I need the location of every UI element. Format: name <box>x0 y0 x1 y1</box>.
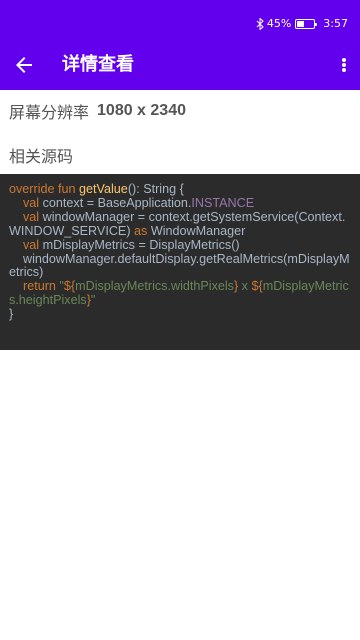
code-line: windowManager.defaultDisplay.getRealMetr… <box>9 251 350 280</box>
screen-resolution-row: 屏幕分辨率 1080 x 2340 <box>9 100 186 122</box>
source-code-block: override fun getValue(): String { val co… <box>0 174 360 350</box>
more-vert-icon <box>342 58 346 62</box>
bluetooth-icon <box>256 18 264 30</box>
battery-icon: ⚡ <box>295 19 318 29</box>
back-button[interactable] <box>12 53 36 77</box>
code-line: } <box>9 307 14 322</box>
app-bar: 详情查看 <box>0 40 360 90</box>
battery-percentage: 45% <box>266 17 292 30</box>
source-code-heading: 相关源码 <box>9 147 74 166</box>
code-line: val windowManager = context.getSystemSer… <box>9 209 346 238</box>
charging-icon: ⚡ <box>302 19 309 28</box>
more-options-button[interactable] <box>340 55 348 75</box>
code-line: val context = BaseApplication.INSTANCE <box>23 195 255 210</box>
screen-resolution-label: 屏幕分辨率 <box>9 103 90 122</box>
code-line: override fun getValue(): String { <box>9 182 184 196</box>
screen-resolution-value: 1080 x 2340 <box>97 102 186 119</box>
status-indicators: 45% ⚡ 3:57 <box>253 16 348 32</box>
code-line: return "${mDisplayMetrics.widthPixels} x… <box>9 279 349 308</box>
page-title: 详情查看 <box>62 54 134 75</box>
status-bar: 45% ⚡ 3:57 <box>0 0 360 40</box>
status-clock: 3:57 <box>323 17 348 30</box>
arrow-back-icon <box>16 57 32 73</box>
code-line: val mDisplayMetrics = DisplayMetrics() <box>23 237 240 252</box>
